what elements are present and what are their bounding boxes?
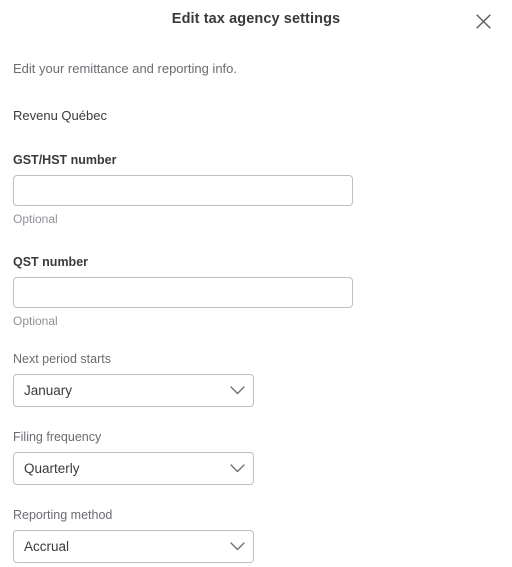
agency-name: Revenu Québec bbox=[13, 108, 107, 123]
reporting-method-label: Reporting method bbox=[13, 508, 113, 522]
filing-frequency-select[interactable]: Quarterly bbox=[13, 452, 254, 485]
gst-hst-number-input[interactable] bbox=[13, 175, 353, 206]
filing-frequency-label: Filing frequency bbox=[13, 430, 102, 444]
select-group-next-period-starts: Next period starts January bbox=[13, 351, 499, 407]
reporting-method-value: Accrual bbox=[24, 539, 70, 554]
field-group-gst-hst-number: GST/HST number Optional bbox=[13, 152, 499, 227]
modal-body: Edit your remittance and reporting info.… bbox=[0, 60, 512, 563]
close-button[interactable] bbox=[472, 10, 494, 32]
modal-subtitle: Edit your remittance and reporting info. bbox=[13, 61, 238, 76]
select-group-filing-frequency: Filing frequency Quarterly bbox=[13, 429, 499, 485]
filing-frequency-value: Quarterly bbox=[24, 461, 80, 476]
qst-number-input[interactable] bbox=[13, 277, 353, 308]
select-group-reporting-method: Reporting method Accrual bbox=[13, 507, 499, 563]
next-period-starts-select[interactable]: January bbox=[13, 374, 254, 407]
next-period-starts-value: January bbox=[24, 383, 73, 398]
next-period-starts-wrap: January bbox=[13, 374, 254, 407]
reporting-method-select[interactable]: Accrual bbox=[13, 530, 254, 563]
qst-number-helper: Optional bbox=[13, 314, 58, 328]
page-title: Edit tax agency settings bbox=[171, 11, 341, 27]
field-group-qst-number: QST number Optional bbox=[13, 254, 499, 329]
close-icon bbox=[475, 13, 491, 29]
modal-header: Edit tax agency settings bbox=[0, 0, 512, 42]
gst-hst-number-label: GST/HST number bbox=[13, 153, 117, 167]
filing-frequency-wrap: Quarterly bbox=[13, 452, 254, 485]
gst-hst-number-helper: Optional bbox=[13, 212, 58, 226]
qst-number-label: QST number bbox=[13, 255, 89, 269]
reporting-method-wrap: Accrual bbox=[13, 530, 254, 563]
next-period-starts-label: Next period starts bbox=[13, 352, 111, 366]
